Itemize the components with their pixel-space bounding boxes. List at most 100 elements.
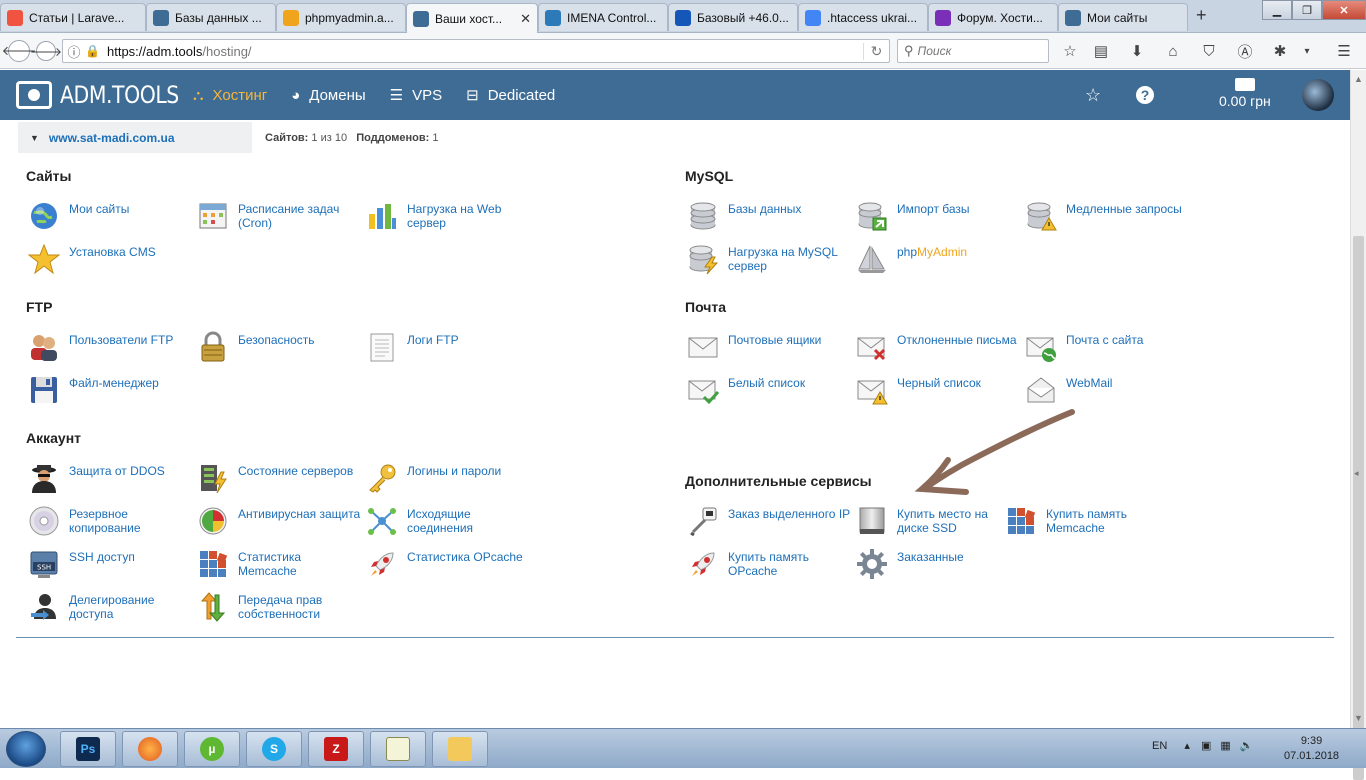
antivirus-link[interactable]: Антивирусная защита (197, 507, 362, 537)
network-icon (366, 505, 398, 537)
browser-tab[interactable]: Базы данных ... (146, 3, 276, 31)
whitelist-link[interactable]: Белый список (687, 376, 852, 406)
ordered-services-link[interactable]: Заказанные (856, 549, 1021, 580)
tab-title: IMENA Control... (567, 10, 657, 25)
tray-device-icon[interactable]: ▣ (1201, 740, 1211, 752)
forward-button[interactable]: 🡒 (30, 41, 62, 61)
search-box[interactable]: ⚲ (897, 39, 1049, 63)
start-button[interactable] (6, 731, 46, 767)
database-warning-icon (1025, 200, 1057, 232)
taskbar-skype[interactable]: S (246, 731, 302, 767)
logins-passwords-link[interactable]: Логины и пароли (366, 464, 531, 494)
tray-volume-icon[interactable]: 🔈 (1240, 740, 1254, 752)
ftp-users-link[interactable]: Пользователи FTP (28, 333, 193, 363)
close-tab-icon[interactable]: ✕ (520, 11, 531, 27)
import-database-link[interactable]: Импорт базы (856, 202, 1021, 232)
translate-icon[interactable]: Ⓐ (1235, 42, 1255, 61)
balance[interactable]: 0.00 грн (1219, 78, 1271, 109)
taskbar-firefox[interactable] (122, 731, 178, 767)
url-text[interactable]: https://adm.tools/hosting/ (107, 44, 863, 59)
browser-tab[interactable]: Статьи | Larave... (0, 3, 146, 31)
page-scrollbar[interactable]: ▲ ◂ ▼ (1350, 70, 1366, 780)
tray-expand-icon[interactable]: ▴ (1184, 740, 1190, 752)
extension-dropdown-icon[interactable]: ▾ (1297, 42, 1317, 60)
ssh-access-link[interactable]: SSH SSH доступ (28, 550, 193, 580)
site-domain[interactable]: www.sat-madi.com.ua (49, 131, 175, 145)
browser-tab[interactable]: .htaccess ukrai... (798, 3, 928, 31)
nav-hosting[interactable]: ⛬ Хостинг (193, 87, 267, 104)
security-link[interactable]: Безопасность (197, 331, 362, 363)
download-icon[interactable]: ⬇ (1127, 42, 1147, 60)
memcache-stats-link[interactable]: Статистика Memcache (197, 550, 362, 580)
new-tab-button[interactable]: + (1196, 5, 1207, 26)
help-icon[interactable]: ? (1136, 86, 1154, 104)
taskbar-utorrent[interactable]: µ (184, 731, 240, 767)
address-bar[interactable]: ⓘ 🔒 https://adm.tools/hosting/ ↻ (62, 39, 890, 63)
maximize-button[interactable]: ❐ (1292, 0, 1322, 20)
slow-queries-link[interactable]: Медленные запросы (1025, 202, 1190, 232)
databases-link[interactable]: Базы данных (687, 202, 852, 232)
info-icon[interactable]: ⓘ (63, 42, 85, 61)
scroll-up-icon[interactable]: ▲ (1354, 74, 1363, 84)
language-indicator[interactable]: EN (1152, 740, 1167, 752)
mysql-load-link[interactable]: Нагрузка на MySQL сервер (687, 245, 852, 275)
mailboxes-link[interactable]: Почтовые ящики (687, 333, 852, 363)
file-manager-link[interactable]: Файл-менеджер (28, 376, 193, 406)
phpmyadmin-link[interactable]: phpMyAdmin (856, 245, 1021, 275)
close-window-button[interactable]: ✕ (1322, 0, 1366, 20)
nav-dedicated[interactable]: ⊟ Dedicated (466, 86, 555, 105)
server-status-link[interactable]: Состояние серверов (197, 464, 362, 494)
site-mail-link[interactable]: Почта с сайта (1025, 333, 1190, 363)
browser-tab[interactable]: IMENA Control... (538, 3, 668, 31)
clock[interactable]: 9:39 07.01.2018 (1284, 734, 1339, 764)
menu-icon[interactable]: ☰ (1334, 42, 1354, 60)
reading-list-icon[interactable]: ▤ (1091, 42, 1111, 60)
buy-opcache-link[interactable]: Купить память OPcache (687, 550, 852, 580)
home-icon[interactable]: ⌂ (1163, 42, 1183, 60)
backup-link[interactable]: Резервное копирование (28, 506, 193, 537)
site-selector[interactable]: ▼ www.sat-madi.com.ua (18, 122, 252, 153)
section-title-sites: Сайты (26, 168, 72, 184)
taskbar-notepad[interactable] (370, 731, 426, 767)
pocket-icon[interactable]: ⛉ (1199, 42, 1219, 60)
browser-tab[interactable]: phpmyadmin.a... (276, 3, 406, 31)
minimize-button[interactable]: ▁ (1262, 0, 1292, 20)
web-server-load-link[interactable]: Нагрузка на Web сервер (366, 202, 531, 232)
tray-network-icon[interactable]: ▦ (1220, 740, 1230, 752)
browser-tab[interactable]: Базовый +46.0... (668, 3, 798, 31)
reload-icon[interactable]: ↻ (863, 42, 889, 60)
scrollbar-thumb[interactable] (1353, 236, 1364, 780)
ftp-logs-link[interactable]: Логи FTP (366, 333, 531, 363)
scroll-down-icon[interactable]: ▼ (1354, 713, 1363, 723)
ownership-transfer-link[interactable]: Передача прав собственности (197, 592, 362, 623)
cron-link[interactable]: Расписание задач (Cron) (197, 202, 362, 232)
my-sites-link[interactable]: Мои сайты (28, 202, 193, 232)
buy-ssd-space-link[interactable]: Купить место на диске SSD (856, 507, 1021, 537)
install-cms-link[interactable]: Установка CMS (27, 243, 193, 275)
taskbar-explorer[interactable] (432, 731, 488, 767)
taskbar-filezilla[interactable]: Z (308, 731, 364, 767)
back-button[interactable]: 🡐 (2, 40, 36, 62)
filezilla-icon: Z (324, 737, 348, 761)
browser-tab[interactable]: Форум. Хости... (928, 3, 1058, 31)
ddos-protection-link[interactable]: Защита от DDOS (28, 464, 193, 494)
nav-globe[interactable]: ◕ Домены (291, 87, 365, 104)
search-input[interactable] (917, 44, 1038, 58)
buy-memcache-link[interactable]: Купить память Memcache (1005, 507, 1170, 537)
browser-tab[interactable]: Ваши хост... ✕ (406, 3, 538, 33)
rejected-mail-link[interactable]: Отклоненные письма (856, 333, 1021, 363)
photoshop-icon: Ps (76, 737, 100, 761)
avatar[interactable] (1302, 79, 1334, 111)
bookmark-star-icon[interactable]: ☆ (1060, 42, 1080, 60)
site-logo[interactable]: ADM.TOOLS (16, 81, 200, 109)
browser-tab[interactable]: Мои сайты (1058, 3, 1188, 31)
nav-server[interactable]: ☰ VPS (390, 86, 442, 105)
taskbar-photoshop[interactable]: Ps (60, 731, 116, 767)
extension-icon[interactable]: ✱ (1270, 42, 1290, 60)
delegate-access-link[interactable]: Делегирование доступа (28, 593, 193, 623)
globe-icon (28, 200, 60, 232)
opcache-stats-link[interactable]: Статистика OPcache (366, 550, 531, 580)
favorites-star-icon[interactable]: ☆ (1085, 85, 1101, 106)
order-dedicated-ip-link[interactable]: Заказ выделенного IP (687, 507, 852, 537)
outgoing-connections-link[interactable]: Исходящие соединения (366, 507, 531, 537)
